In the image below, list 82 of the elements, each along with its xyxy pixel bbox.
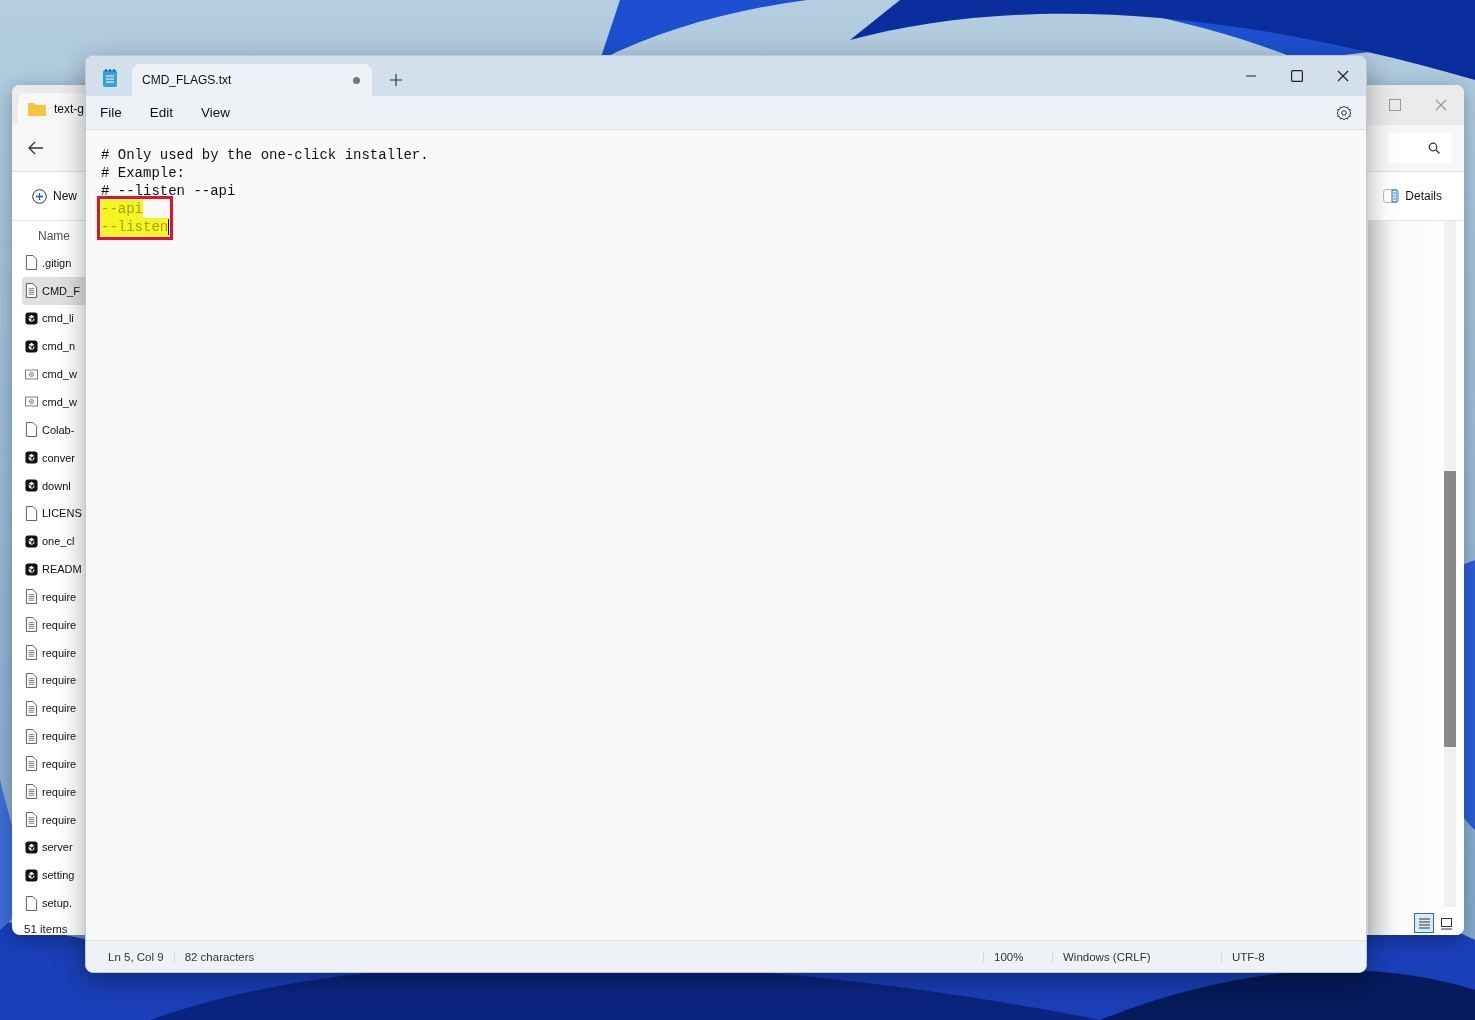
text-file-icon <box>25 672 38 688</box>
search-field[interactable] <box>1388 133 1452 163</box>
file-row[interactable]: setting <box>22 861 85 890</box>
file-row[interactable]: Colab- <box>22 415 85 444</box>
file-row[interactable]: CMD_F <box>22 276 85 305</box>
editor-line: # Only used by the one-click installer. <box>101 146 429 164</box>
file-icon <box>25 255 38 271</box>
script-file-icon <box>25 450 38 466</box>
folder-icon <box>28 102 46 116</box>
maximize-icon <box>1291 70 1303 82</box>
file-row[interactable]: READM <box>22 555 85 583</box>
script-file-icon <box>25 310 38 326</box>
character-count: 82 characters <box>173 950 265 963</box>
details-view-button[interactable] <box>1414 913 1434 933</box>
text-file-icon <box>25 728 38 744</box>
file-row[interactable]: cmd_n <box>22 332 85 361</box>
text-file-icon <box>25 617 38 633</box>
file-row[interactable]: setup. <box>22 889 85 918</box>
menu-item[interactable]: View <box>191 101 241 124</box>
file-row[interactable]: require <box>22 610 85 639</box>
tiles-icon <box>1439 916 1453 930</box>
scrollbar[interactable] <box>1444 221 1456 907</box>
gear-file-icon <box>25 366 38 382</box>
file-row[interactable]: one_cl <box>22 527 85 556</box>
back-arrow-icon[interactable] <box>28 141 44 155</box>
script-file-icon <box>25 561 38 577</box>
text-file-icon <box>25 283 38 299</box>
script-file-icon <box>25 338 38 354</box>
close-icon <box>1337 70 1349 82</box>
maximize-icon <box>1389 99 1401 111</box>
cursor-position: Ln 5, Col 9 <box>107 950 165 963</box>
settings-icon[interactable] <box>1336 104 1352 121</box>
tab-title: text-g <box>54 102 84 116</box>
file-row[interactable]: require <box>22 582 85 611</box>
menu-item[interactable]: File <box>90 101 132 124</box>
file-row[interactable]: cmd_w <box>22 360 85 389</box>
script-file-icon <box>25 867 38 883</box>
file-row[interactable]: require <box>22 750 85 778</box>
file-row[interactable]: require <box>22 666 85 695</box>
file-row[interactable]: cmd_w <box>22 388 85 416</box>
file-icon <box>25 505 38 521</box>
file-row[interactable]: LICENS <box>22 499 85 528</box>
plus-circle-icon <box>32 188 47 204</box>
editor-line: # --listen --api <box>101 182 236 200</box>
text-editor[interactable]: # Only used by the one-click installer. # Example: # --listen --api --api --listen <box>86 130 1366 940</box>
file-row[interactable]: server <box>22 833 85 862</box>
details-button[interactable]: Details <box>1381 187 1444 205</box>
plus-icon <box>390 74 402 86</box>
text-file-icon <box>25 645 38 661</box>
details-pane-icon <box>1383 189 1400 203</box>
text-file-icon <box>25 589 38 605</box>
menu-item[interactable]: Edit <box>139 101 184 124</box>
column-header[interactable]: Name <box>22 223 85 249</box>
script-file-icon <box>25 478 38 493</box>
gear-file-icon <box>25 394 38 410</box>
text-file-icon <box>25 756 38 772</box>
file-row[interactable]: downl <box>22 471 85 500</box>
script-file-icon <box>25 840 38 855</box>
file-row[interactable]: require <box>22 777 85 806</box>
file-row[interactable]: require <box>22 722 85 751</box>
file-row[interactable]: require <box>22 638 85 667</box>
zoom-level[interactable]: 100% <box>983 950 1052 963</box>
line-ending[interactable]: Windows (CRLF) <box>1052 950 1221 963</box>
search-icon <box>1428 142 1440 154</box>
notepad-icon <box>102 68 118 88</box>
list-icon <box>1417 916 1431 930</box>
text-file-icon <box>25 812 38 828</box>
script-file-icon <box>25 533 38 549</box>
close-icon <box>1435 99 1447 111</box>
file-row[interactable]: require <box>22 694 85 723</box>
file-row[interactable]: cmd_li <box>22 304 85 333</box>
file-row[interactable]: .gitign <box>22 248 85 277</box>
text-file-icon <box>25 784 38 800</box>
file-icon <box>25 422 38 438</box>
editor-line: # Example: <box>101 164 185 182</box>
item-count: 51 items <box>23 922 69 935</box>
file-row[interactable]: conver <box>22 443 85 472</box>
file-row[interactable]: require <box>22 805 85 834</box>
text-file-icon <box>25 700 38 716</box>
document-tab[interactable]: CMD_FLAGS.txt <box>132 64 372 96</box>
encoding[interactable]: UTF-8 <box>1221 950 1366 963</box>
new-button[interactable]: New <box>30 186 79 206</box>
